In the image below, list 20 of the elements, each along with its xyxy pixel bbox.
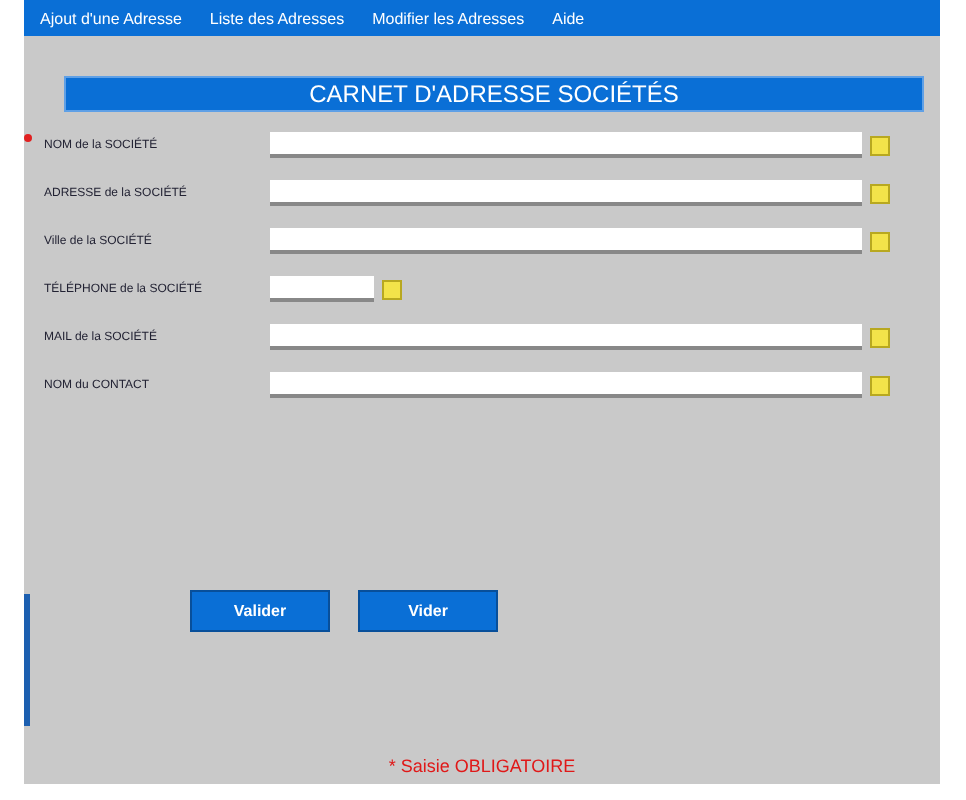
required-note: * Saisie OBLIGATOIRE (386, 756, 578, 776)
input-field[interactable] (270, 228, 862, 254)
input-field[interactable] (270, 180, 862, 206)
menu-item[interactable]: Modifier les Adresses (372, 9, 525, 27)
help-icon[interactable] (382, 279, 402, 299)
menu-item[interactable]: Liste des Adresses (209, 9, 345, 27)
help-icon[interactable] (870, 135, 890, 155)
input-field[interactable] (270, 132, 862, 158)
input-field[interactable] (270, 324, 862, 350)
menu-item[interactable]: Ajout d'une Adresse (40, 9, 182, 27)
input-field[interactable] (270, 276, 374, 302)
help-icon[interactable] (870, 327, 890, 347)
input-field[interactable] (270, 372, 862, 398)
help-icon[interactable] (870, 375, 890, 395)
help-icon[interactable] (870, 183, 890, 203)
help-icon[interactable] (870, 231, 890, 251)
form-button[interactable]: Vider (358, 590, 498, 632)
form-button[interactable]: Valider (190, 590, 330, 632)
menu-item[interactable]: Aide (552, 9, 585, 27)
form-title: CARNET D'ADRESSE SOCIÉTÉS (64, 76, 924, 112)
